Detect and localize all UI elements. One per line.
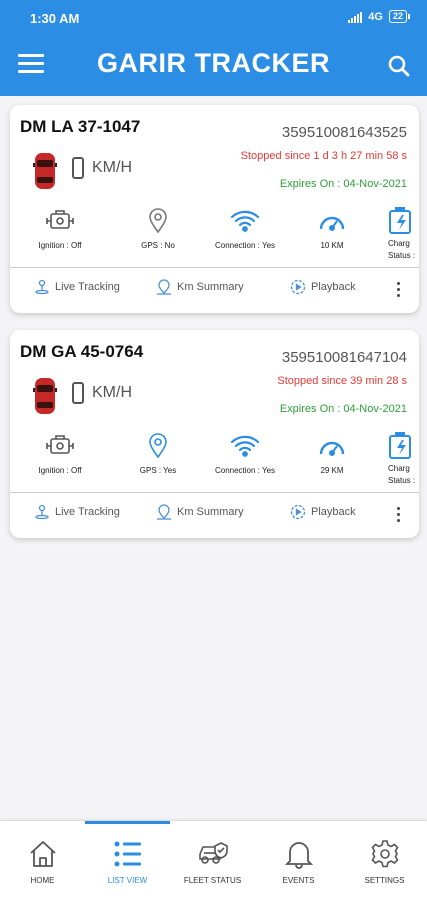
battery-icon: 22 [388, 10, 411, 23]
nav-settings[interactable]: SETTINGS [342, 821, 427, 900]
search-icon[interactable] [385, 52, 413, 80]
connection-status: Connection : Yes [200, 430, 290, 475]
stopped-status: Stopped since 1 d 3 h 27 min 58 s [240, 150, 407, 162]
playback-icon [290, 279, 306, 295]
stopped-status: Stopped since 39 min 28 s [277, 375, 407, 387]
distance-status: 10 KM [287, 205, 377, 250]
app-bar: GARIR TRACKER [0, 36, 427, 96]
playback-icon [290, 504, 306, 520]
charge-status: Charg Status : [388, 430, 419, 486]
bell-icon [256, 837, 341, 871]
gps-status: GPS : No [113, 205, 203, 250]
fleet-status-icon [170, 837, 255, 871]
feature-row: Ignition : Off GPS : Yes Connection : Ye… [10, 430, 419, 492]
connection-status: Connection : Yes [200, 205, 290, 250]
bottom-navigation: HOME LIST VIEW FLEET STATUS EVENTS SETTI… [0, 820, 427, 900]
status-bar: 1:30 AM 4G 22 [0, 0, 427, 36]
nav-list-view[interactable]: LIST VIEW [85, 821, 170, 900]
home-icon [0, 837, 85, 871]
charge-status: Charg Status : [388, 205, 419, 261]
speedometer-icon [287, 430, 377, 462]
wifi-icon [200, 430, 290, 462]
vehicle-imei: 359510081647104 [281, 349, 407, 366]
speedometer-icon [287, 205, 377, 237]
car-icon [33, 151, 57, 196]
ignition-status: Ignition : Off [15, 430, 105, 475]
playback-button[interactable]: Playback [290, 279, 356, 295]
status-indicators: 4G 22 [348, 10, 411, 23]
more-options-icon[interactable] [397, 282, 403, 300]
car-icon [33, 376, 57, 421]
gps-status: GPS : Yes [113, 430, 203, 475]
route-icon [157, 279, 171, 295]
card-actions: Live Tracking Km Summary Playback [10, 493, 419, 537]
vehicle-card[interactable]: DM GA 45-0764 359510081647104 Stopped si… [10, 330, 419, 538]
km-summary-button[interactable]: Km Summary [156, 504, 244, 520]
ignition-status: Ignition : Off [15, 205, 105, 250]
wifi-icon [200, 205, 290, 237]
signal-icon [348, 11, 363, 23]
card-actions: Live Tracking Km Summary Playback [10, 268, 419, 312]
vehicle-card[interactable]: DM LA 37-1047 359510081643525 Stopped si… [10, 105, 419, 313]
speed-digit [72, 157, 84, 179]
tracking-icon [35, 279, 49, 295]
battery-charge-icon [388, 205, 419, 237]
more-options-icon[interactable] [397, 507, 403, 525]
tracking-icon [35, 504, 49, 520]
vehicle-plate: DM LA 37-1047 [20, 117, 141, 136]
battery-charge-icon [388, 430, 419, 462]
app-title: GARIR TRACKER [97, 48, 330, 78]
expiry-date: Expires On : 04-Nov-2021 [279, 403, 407, 415]
expiry-date: Expires On : 04-Nov-2021 [279, 178, 407, 190]
distance-status: 29 KM [287, 430, 377, 475]
speed-unit: KM/H [92, 384, 132, 401]
network-type: 4G [368, 10, 383, 23]
nav-fleet-status[interactable]: FLEET STATUS [170, 821, 255, 900]
km-summary-button[interactable]: Km Summary [156, 279, 244, 295]
nav-home[interactable]: HOME [0, 821, 85, 900]
speed-readout: KM/H [72, 382, 132, 404]
nav-events[interactable]: EVENTS [256, 821, 341, 900]
speed-digit [72, 382, 84, 404]
location-pin-icon [113, 430, 203, 462]
vehicle-plate: DM GA 45-0764 [20, 342, 144, 361]
feature-row: Ignition : Off GPS : No Connection : Yes… [10, 205, 419, 267]
location-pin-icon [113, 205, 203, 237]
live-tracking-button[interactable]: Live Tracking [34, 504, 120, 520]
status-time: 1:30 AM [30, 11, 80, 26]
engine-icon [15, 430, 105, 462]
live-tracking-button[interactable]: Live Tracking [34, 279, 120, 295]
speed-readout: KM/H [72, 157, 132, 179]
list-view-icon [85, 837, 170, 871]
playback-button[interactable]: Playback [290, 504, 356, 520]
speed-unit: KM/H [92, 159, 132, 176]
route-icon [157, 504, 171, 520]
engine-icon [15, 205, 105, 237]
gear-icon [342, 837, 427, 871]
vehicle-imei: 359510081643525 [281, 124, 407, 141]
